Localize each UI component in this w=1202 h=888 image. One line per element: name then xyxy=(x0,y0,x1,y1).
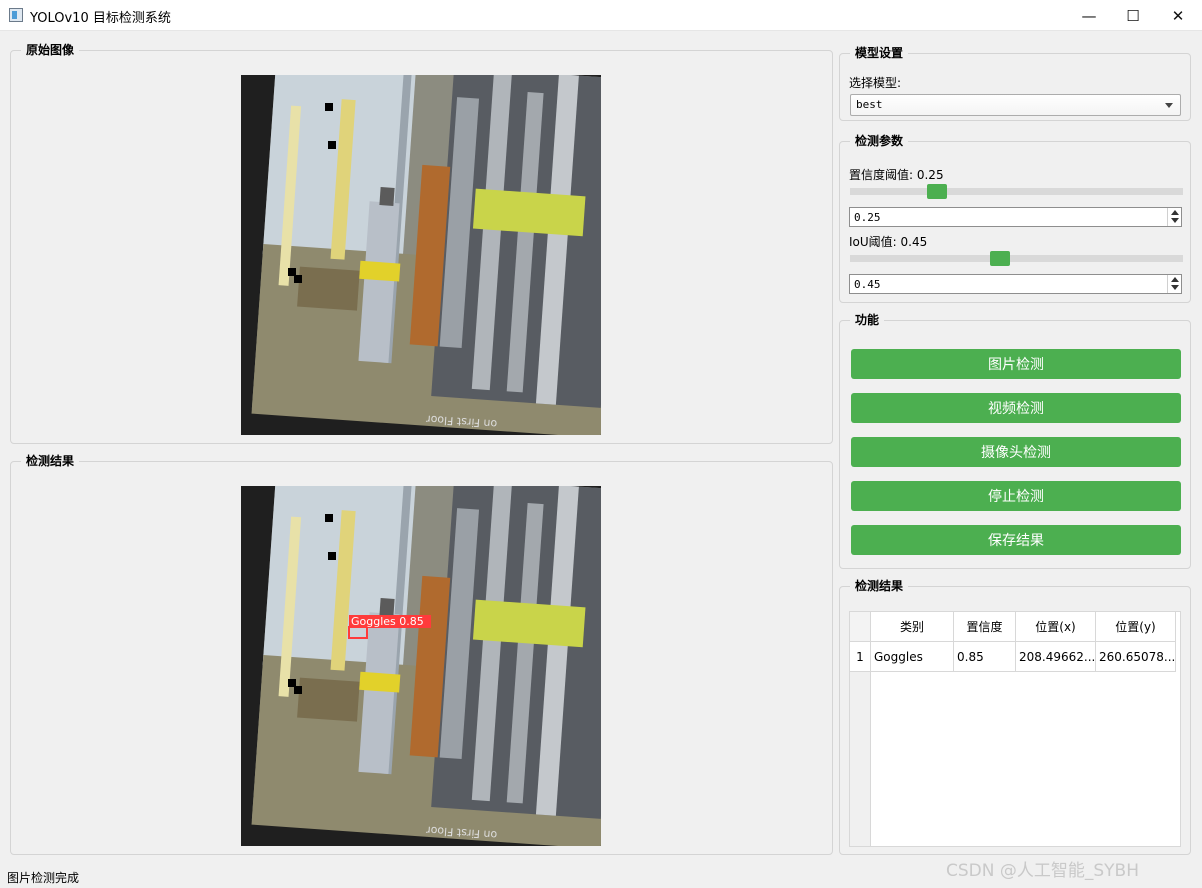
iou-spinbox-buttons[interactable] xyxy=(1167,275,1181,293)
row-header-area xyxy=(850,672,871,846)
detection-label: Goggles 0.85 xyxy=(351,615,424,628)
table-cell-x[interactable]: 208.49662... xyxy=(1016,642,1096,672)
detection-params-group: 检测参数 置信度阈值: 0.25 0.25 IoU阈值: 0.45 0.45 xyxy=(839,133,1191,303)
original-image-group: 原始图像 on First Floor xyxy=(10,42,833,444)
functions-group: 功能 图片检测 视频检测 摄像头检测 停止检测 保存结果 xyxy=(839,312,1191,569)
window-title: YOLOv10 目标检测系统 xyxy=(30,11,171,26)
confidence-slider-handle[interactable] xyxy=(927,184,947,199)
confidence-spinbox[interactable]: 0.25 xyxy=(849,207,1182,227)
spin-up-icon[interactable] xyxy=(1171,277,1179,282)
column-header-x[interactable]: 位置(x) xyxy=(1016,612,1096,642)
spin-down-icon[interactable] xyxy=(1171,285,1179,290)
original-image-title: 原始图像 xyxy=(21,42,80,58)
functions-title: 功能 xyxy=(850,312,885,328)
model-settings-title: 模型设置 xyxy=(850,45,909,61)
image-detect-button[interactable]: 图片检测 xyxy=(851,349,1181,379)
close-button[interactable]: ✕ xyxy=(1155,0,1201,31)
column-header-class[interactable]: 类别 xyxy=(871,612,954,642)
stop-detect-button[interactable]: 停止检测 xyxy=(851,481,1181,511)
iou-label: IoU阈值: 0.45 xyxy=(849,235,928,249)
row-header[interactable]: 1 xyxy=(850,642,871,672)
column-header-confidence[interactable]: 置信度 xyxy=(954,612,1016,642)
iou-spinbox[interactable]: 0.45 xyxy=(849,274,1182,294)
original-image: on First Floor xyxy=(241,75,601,435)
status-text: 图片检测完成 xyxy=(7,871,80,885)
confidence-slider[interactable] xyxy=(850,184,1183,199)
watermark: CSDN @人工智能_SYBH xyxy=(946,861,1139,881)
camera-detect-button[interactable]: 摄像头检测 xyxy=(851,437,1181,467)
detection-class: Goggles xyxy=(351,615,396,628)
table-cell-confidence[interactable]: 0.85 xyxy=(954,642,1016,672)
minimize-button[interactable]: — xyxy=(1066,0,1112,31)
save-results-button[interactable]: 保存结果 xyxy=(851,525,1181,555)
table-corner-button[interactable] xyxy=(850,612,871,642)
spin-up-icon[interactable] xyxy=(1171,210,1179,215)
detection-confidence: 0.85 xyxy=(399,615,424,628)
detection-params-title: 检测参数 xyxy=(850,133,909,149)
maximize-button[interactable]: ☐ xyxy=(1110,0,1156,31)
table-cell-y[interactable]: 260.65078... xyxy=(1096,642,1176,672)
iou-spinbox-value: 0.45 xyxy=(854,278,881,291)
model-select[interactable]: best xyxy=(850,94,1181,116)
select-model-label: 选择模型: xyxy=(849,76,902,90)
confidence-label: 置信度阈值: 0.25 xyxy=(849,168,944,182)
chevron-down-icon xyxy=(1165,103,1173,108)
results-group: 检测结果 类别 置信度 位置(x) 位置(y) 1 Goggles 0.85 2… xyxy=(839,578,1191,855)
confidence-spinbox-value: 0.25 xyxy=(854,211,881,224)
iou-slider[interactable] xyxy=(850,251,1183,266)
column-header-y[interactable]: 位置(y) xyxy=(1096,612,1176,642)
model-select-value: best xyxy=(856,98,883,111)
confidence-spinbox-buttons[interactable] xyxy=(1167,208,1181,226)
table-cell-class[interactable]: Goggles xyxy=(871,642,954,672)
results-title: 检测结果 xyxy=(850,578,909,594)
video-detect-button[interactable]: 视频检测 xyxy=(851,393,1181,423)
model-settings-group: 模型设置 选择模型: best xyxy=(839,45,1191,121)
results-table: 类别 置信度 位置(x) 位置(y) 1 Goggles 0.85 208.49… xyxy=(849,611,1181,847)
title-bar: YOLOv10 目标检测系统 — ☐ ✕ xyxy=(0,0,1202,31)
iou-slider-handle[interactable] xyxy=(990,251,1010,266)
result-image: Goggles 0.85 on First Floor xyxy=(241,486,601,846)
spin-down-icon[interactable] xyxy=(1171,218,1179,223)
app-icon xyxy=(9,8,23,22)
result-image-group: 检测结果 Goggles 0.85 on First Floor xyxy=(10,453,833,855)
result-image-title: 检测结果 xyxy=(21,453,80,469)
